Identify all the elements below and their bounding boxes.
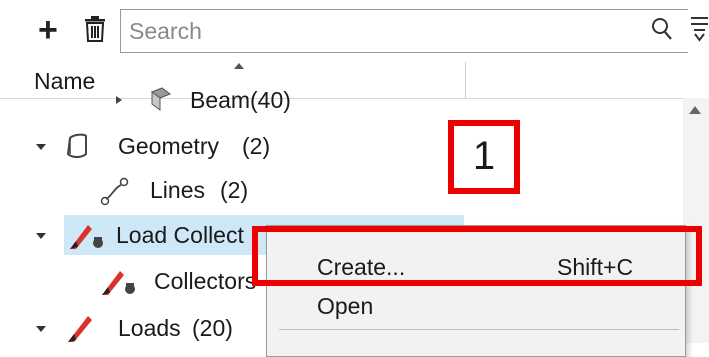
geometry-icon: [66, 133, 87, 158]
tree-item-count: (20): [192, 315, 233, 341]
tree-item-label: Load Collect: [116, 222, 244, 248]
caret-down-icon[interactable]: [36, 325, 46, 333]
tree-item-count: (2): [220, 177, 249, 203]
highlight-create-callout: [252, 226, 702, 286]
step-callout-1: 1: [448, 120, 520, 194]
tree-item-label: Beam: [190, 87, 251, 113]
vertical-scrollbar[interactable]: [683, 98, 709, 343]
search-icon[interactable]: [651, 17, 673, 41]
plus-icon[interactable]: +: [38, 10, 58, 50]
trash-icon[interactable]: [84, 16, 106, 42]
tree-item-beam[interactable]: Beam (40): [0, 80, 460, 120]
beam-icon: [150, 87, 172, 111]
column-divider[interactable]: [465, 62, 466, 98]
tree-item-label: Lines: [150, 177, 205, 203]
load-collector-icon: [70, 225, 103, 249]
menu-item-label: Open: [317, 293, 374, 319]
tree-item-count: (40): [250, 87, 291, 113]
tree-item-count: (2): [242, 133, 271, 159]
tree-item-geometry[interactable]: Geometry (2): [0, 126, 460, 166]
tree-item-lines[interactable]: Lines (2): [0, 170, 460, 210]
load-collector-icon: [102, 271, 135, 295]
tree-item-label: Collectors: [154, 268, 257, 294]
toolbar: +: [0, 0, 709, 62]
search-box[interactable]: [120, 9, 688, 53]
menu-item-open[interactable]: Open: [267, 283, 685, 329]
search-input[interactable]: [129, 14, 649, 48]
filter-icon[interactable]: [690, 14, 709, 44]
line-icon: [100, 177, 129, 206]
menu-separator: [279, 329, 679, 330]
tree-item-label: Loads: [118, 315, 181, 341]
sort-ascending-icon: [234, 63, 244, 69]
caret-right-icon[interactable]: [114, 96, 124, 104]
tree-item-label: Geometry: [118, 133, 219, 159]
load-icon: [68, 316, 92, 342]
caret-down-icon[interactable]: [36, 143, 46, 151]
caret-down-icon[interactable]: [36, 232, 46, 240]
scroll-up-icon[interactable]: [689, 104, 701, 114]
